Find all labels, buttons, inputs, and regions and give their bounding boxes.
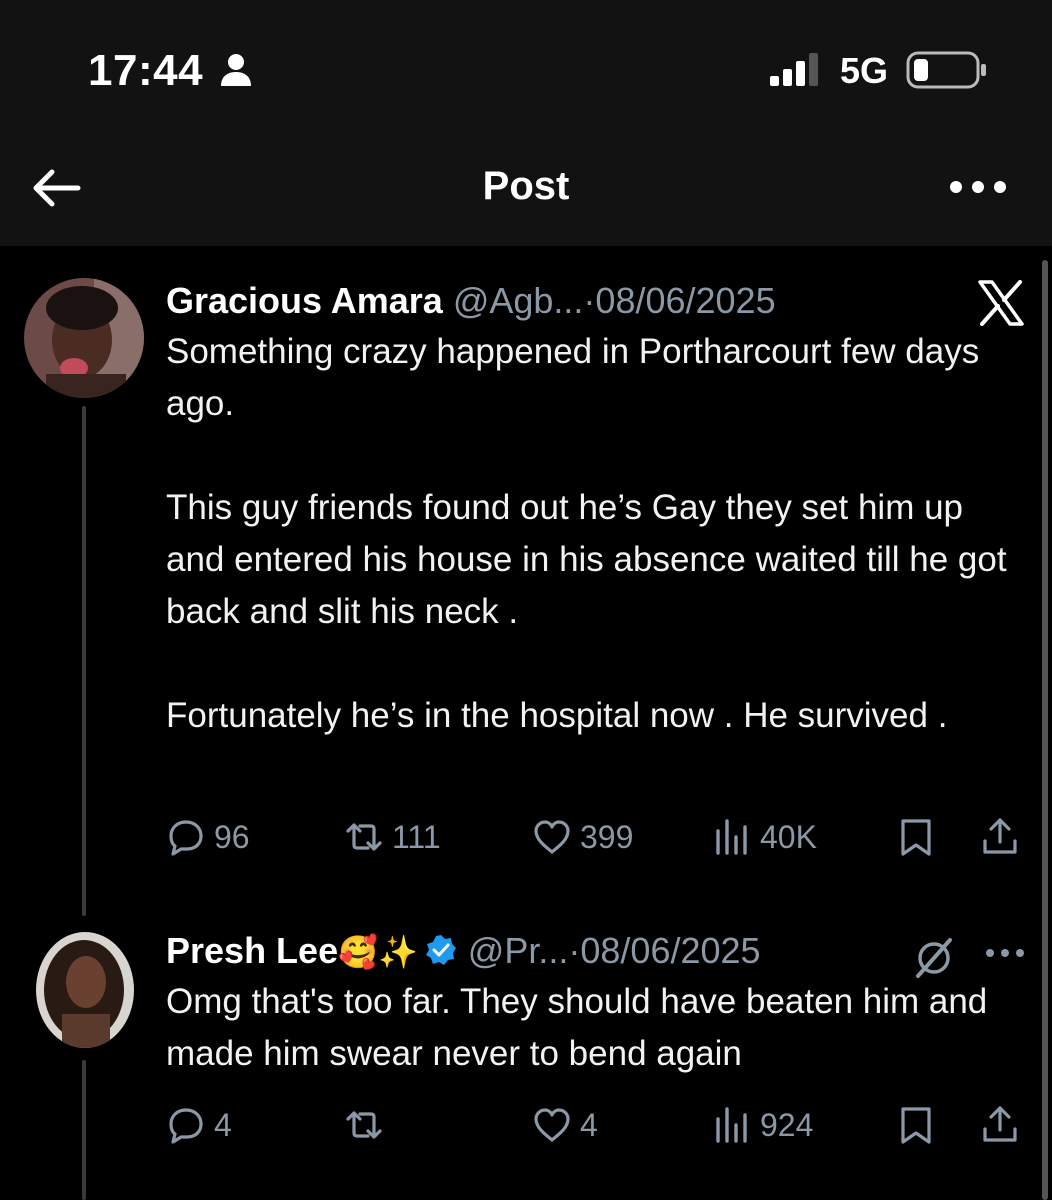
status-bar: 17:44 5G — [0, 0, 1052, 140]
reply-icon — [169, 820, 203, 856]
reply-button[interactable]: 4 — [166, 1100, 232, 1150]
repost-count: 111 — [392, 818, 441, 855]
separator-dot: · — [568, 930, 581, 971]
author-handle[interactable]: @Agb... — [453, 280, 584, 321]
like-button[interactable]: 4 — [532, 1100, 598, 1150]
verified-badge-icon — [425, 935, 456, 965]
post-text: Something crazy happened in Portharcourt… — [166, 332, 1007, 735]
nav-bar: Post — [0, 140, 1052, 246]
repost-button[interactable] — [344, 1100, 392, 1150]
views-count: 40K — [760, 818, 817, 855]
more-icon[interactable] — [946, 174, 1010, 200]
like-count: 399 — [580, 818, 634, 855]
person-icon — [221, 54, 251, 86]
post-actions: 96 111 399 40K — [166, 812, 1026, 862]
signal-icon — [770, 53, 818, 86]
network-label: 5G — [840, 50, 889, 91]
reply-handle[interactable]: @Pr... — [468, 930, 569, 971]
reply-button[interactable]: 96 — [166, 812, 250, 862]
reply-avatar[interactable] — [36, 932, 134, 1048]
status-time: 17:44 — [88, 46, 204, 95]
battery-icon — [906, 51, 986, 89]
reply-count: 4 — [214, 1106, 232, 1143]
reply-author-name[interactable]: Presh Lee — [166, 930, 338, 971]
reply-more-icon[interactable] — [984, 944, 1026, 962]
share-icon — [983, 1106, 1017, 1142]
reply-count: 96 — [214, 818, 250, 855]
page-title: Post — [482, 164, 570, 208]
x-logo-icon — [978, 280, 1024, 326]
reply-actions: 4 4 924 — [166, 1100, 1026, 1150]
post-header: Gracious Amara @Agb...·08/06/2025 — [166, 280, 776, 322]
views-icon — [716, 819, 747, 855]
reply-header: Presh Lee🥰✨ @Pr...·08/06/2025 — [166, 930, 761, 972]
bookmark-button[interactable] — [896, 812, 936, 862]
thread-line — [82, 406, 86, 916]
post-date: 08/06/2025 — [595, 280, 776, 321]
like-count: 4 — [580, 1106, 598, 1143]
repost-icon — [346, 823, 382, 851]
reply-text: Omg that's too far. They should have bea… — [166, 982, 988, 1073]
separator-dot: · — [583, 280, 596, 321]
repost-button[interactable]: 111 — [344, 812, 441, 862]
bookmark-button[interactable] — [896, 1100, 936, 1150]
like-icon — [534, 820, 570, 854]
bookmark-icon — [901, 1107, 931, 1144]
share-icon — [983, 818, 1017, 854]
scrollbar[interactable] — [1042, 260, 1048, 1200]
bookmark-icon — [901, 819, 931, 856]
like-icon — [534, 1108, 570, 1142]
share-button[interactable] — [980, 812, 1020, 862]
emoji-badge: 🥰✨ — [338, 933, 418, 971]
reply-icon — [169, 1108, 203, 1144]
thread-line — [82, 1060, 86, 1200]
like-button[interactable]: 399 — [532, 812, 633, 862]
avatar[interactable] — [24, 278, 144, 398]
views-button[interactable]: 40K — [712, 812, 817, 862]
repost-icon — [346, 1111, 382, 1139]
share-button[interactable] — [980, 1100, 1020, 1150]
views-icon — [716, 1107, 747, 1143]
views-button[interactable]: 924 — [712, 1100, 813, 1150]
grok-icon[interactable] — [912, 936, 956, 980]
post-feed: Gracious Amara @Agb...·08/06/2025 Someth… — [0, 246, 1052, 1200]
author-name[interactable]: Gracious Amara — [166, 280, 443, 321]
views-count: 924 — [760, 1106, 814, 1143]
reply-date: 08/06/2025 — [580, 930, 761, 971]
